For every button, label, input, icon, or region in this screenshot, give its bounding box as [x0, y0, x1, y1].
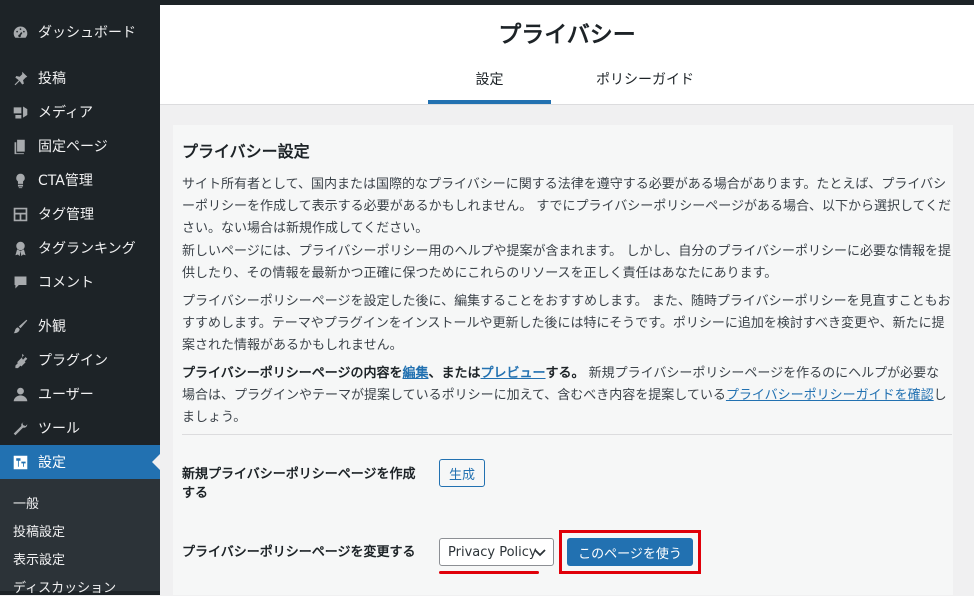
create-button[interactable]: 生成	[439, 459, 485, 487]
sidebar-item-label: ユーザー	[38, 387, 94, 403]
wrench-icon	[10, 418, 30, 438]
settings-submenu: 一般 投稿設定 表示設定 ディスカッション	[0, 479, 160, 596]
section-title: プライバシー設定	[182, 142, 310, 161]
plugin-icon	[10, 350, 30, 370]
sidebar-item-dashboard[interactable]: ダッシュボード	[0, 15, 160, 49]
sidebar-item-label: 設定	[38, 455, 66, 471]
page-title: プライバシー	[498, 22, 636, 48]
sidebar-item-media[interactable]: メディア	[0, 95, 160, 129]
sidebar-item-plugins[interactable]: プラグイン	[0, 343, 160, 377]
sidebar-item-tools[interactable]: ツール	[0, 411, 160, 445]
page-icon	[10, 136, 30, 156]
sidebar-item-label: 投稿	[38, 71, 66, 87]
select-highlight-underline	[439, 571, 539, 574]
recommendation-paragraph: プライバシーポリシーページを設定した後に、編集することをおすすめします。 また、…	[182, 294, 951, 353]
preview-link[interactable]: プレビュー	[481, 366, 546, 381]
sidebar-item-appearance[interactable]: 外観	[0, 309, 160, 343]
text-segment: する。	[545, 366, 585, 381]
sidebar-item-posts[interactable]: 投稿	[0, 61, 160, 95]
text-segment: 、または	[428, 366, 481, 381]
sidebar-item-pages[interactable]: 固定ページ	[0, 129, 160, 163]
intro-paragraph: サイト所有者として、国内または国際的なプライバシーに関する法律を遵守する必要があ…	[182, 177, 952, 236]
sidebar-item-label: ダッシュボード	[38, 25, 136, 41]
chevron-down-icon	[534, 549, 546, 557]
sidebar-item-label: タグランキング	[38, 241, 136, 257]
divider	[182, 434, 952, 435]
user-icon	[10, 384, 30, 404]
submenu-item-reading[interactable]: 表示設定	[13, 549, 65, 568]
sidebar-item-tags[interactable]: タグ管理	[0, 197, 160, 231]
privacy-guide-link[interactable]: プライバシーポリシーガイドを確認	[726, 388, 934, 403]
new-page-paragraph: 新しいページには、プライバシーポリシー用のヘルプや提案が含まれます。 しかし、自…	[182, 244, 952, 281]
dashboard-icon	[10, 22, 30, 42]
sidebar-item-label: コメント	[38, 275, 94, 291]
layout-icon	[10, 204, 30, 224]
submenu-item-general[interactable]: 一般	[13, 493, 39, 512]
sidebar-item-label: 外観	[38, 319, 66, 335]
lightbulb-icon	[10, 170, 30, 190]
text-segment: プライバシーポリシーページの内容を	[182, 366, 403, 381]
edit-preview-lead: プライバシーポリシーページの内容を編集、またはプレビューする。	[182, 366, 585, 381]
use-this-page-button[interactable]: このページを使う	[567, 538, 693, 566]
sidebar-item-comments[interactable]: コメント	[0, 265, 160, 299]
sidebar-item-cta[interactable]: CTA管理	[0, 163, 160, 197]
pin-icon	[10, 68, 30, 88]
active-tab-indicator	[428, 100, 551, 104]
sidebar-item-label: ツール	[38, 421, 80, 437]
brush-icon	[10, 316, 30, 336]
sidebar-item-tag-ranking[interactable]: タグランキング	[0, 231, 160, 265]
sidebar-item-label: メディア	[38, 105, 94, 121]
sidebar-item-users[interactable]: ユーザー	[0, 377, 160, 411]
award-icon	[10, 238, 30, 258]
comment-icon	[10, 272, 30, 292]
change-page-label: プライバシーポリシーページを変更する	[182, 545, 416, 560]
privacy-settings-panel: プライバシー設定 サイト所有者として、国内または国際的なプライバシーに関する法律…	[173, 125, 953, 595]
submenu-item-discussion[interactable]: ディスカッション	[13, 577, 116, 596]
sidebar-item-label: 固定ページ	[38, 139, 108, 155]
admin-sidebar: ダッシュボード 投稿 メディア 固定ページ CTA管理 タグ管理 タグランキング…	[0, 5, 160, 596]
tab-settings[interactable]: 設定	[428, 69, 551, 89]
create-page-label: 新規プライバシーポリシーページを作成する	[182, 467, 416, 501]
sidebar-item-settings[interactable]: 設定	[0, 445, 160, 479]
select-value: Privacy Policy	[448, 544, 537, 560]
media-icon	[10, 102, 30, 122]
sidebar-item-label: CTA管理	[38, 173, 93, 189]
tab-policy-guide[interactable]: ポリシーガイド	[570, 69, 720, 89]
edit-link[interactable]: 編集	[402, 366, 428, 381]
page-header: プライバシー 設定 ポリシーガイド	[160, 5, 974, 105]
sidebar-item-label: タグ管理	[38, 207, 94, 223]
edit-preview-paragraph: プライバシーポリシーページの内容を編集、またはプレビューする。 新規プライバシー…	[182, 363, 952, 429]
privacy-page-select[interactable]: Privacy Policy	[439, 538, 554, 566]
submenu-item-writing[interactable]: 投稿設定	[13, 521, 65, 540]
settings-icon	[10, 452, 30, 472]
sidebar-item-label: プラグイン	[38, 353, 108, 369]
